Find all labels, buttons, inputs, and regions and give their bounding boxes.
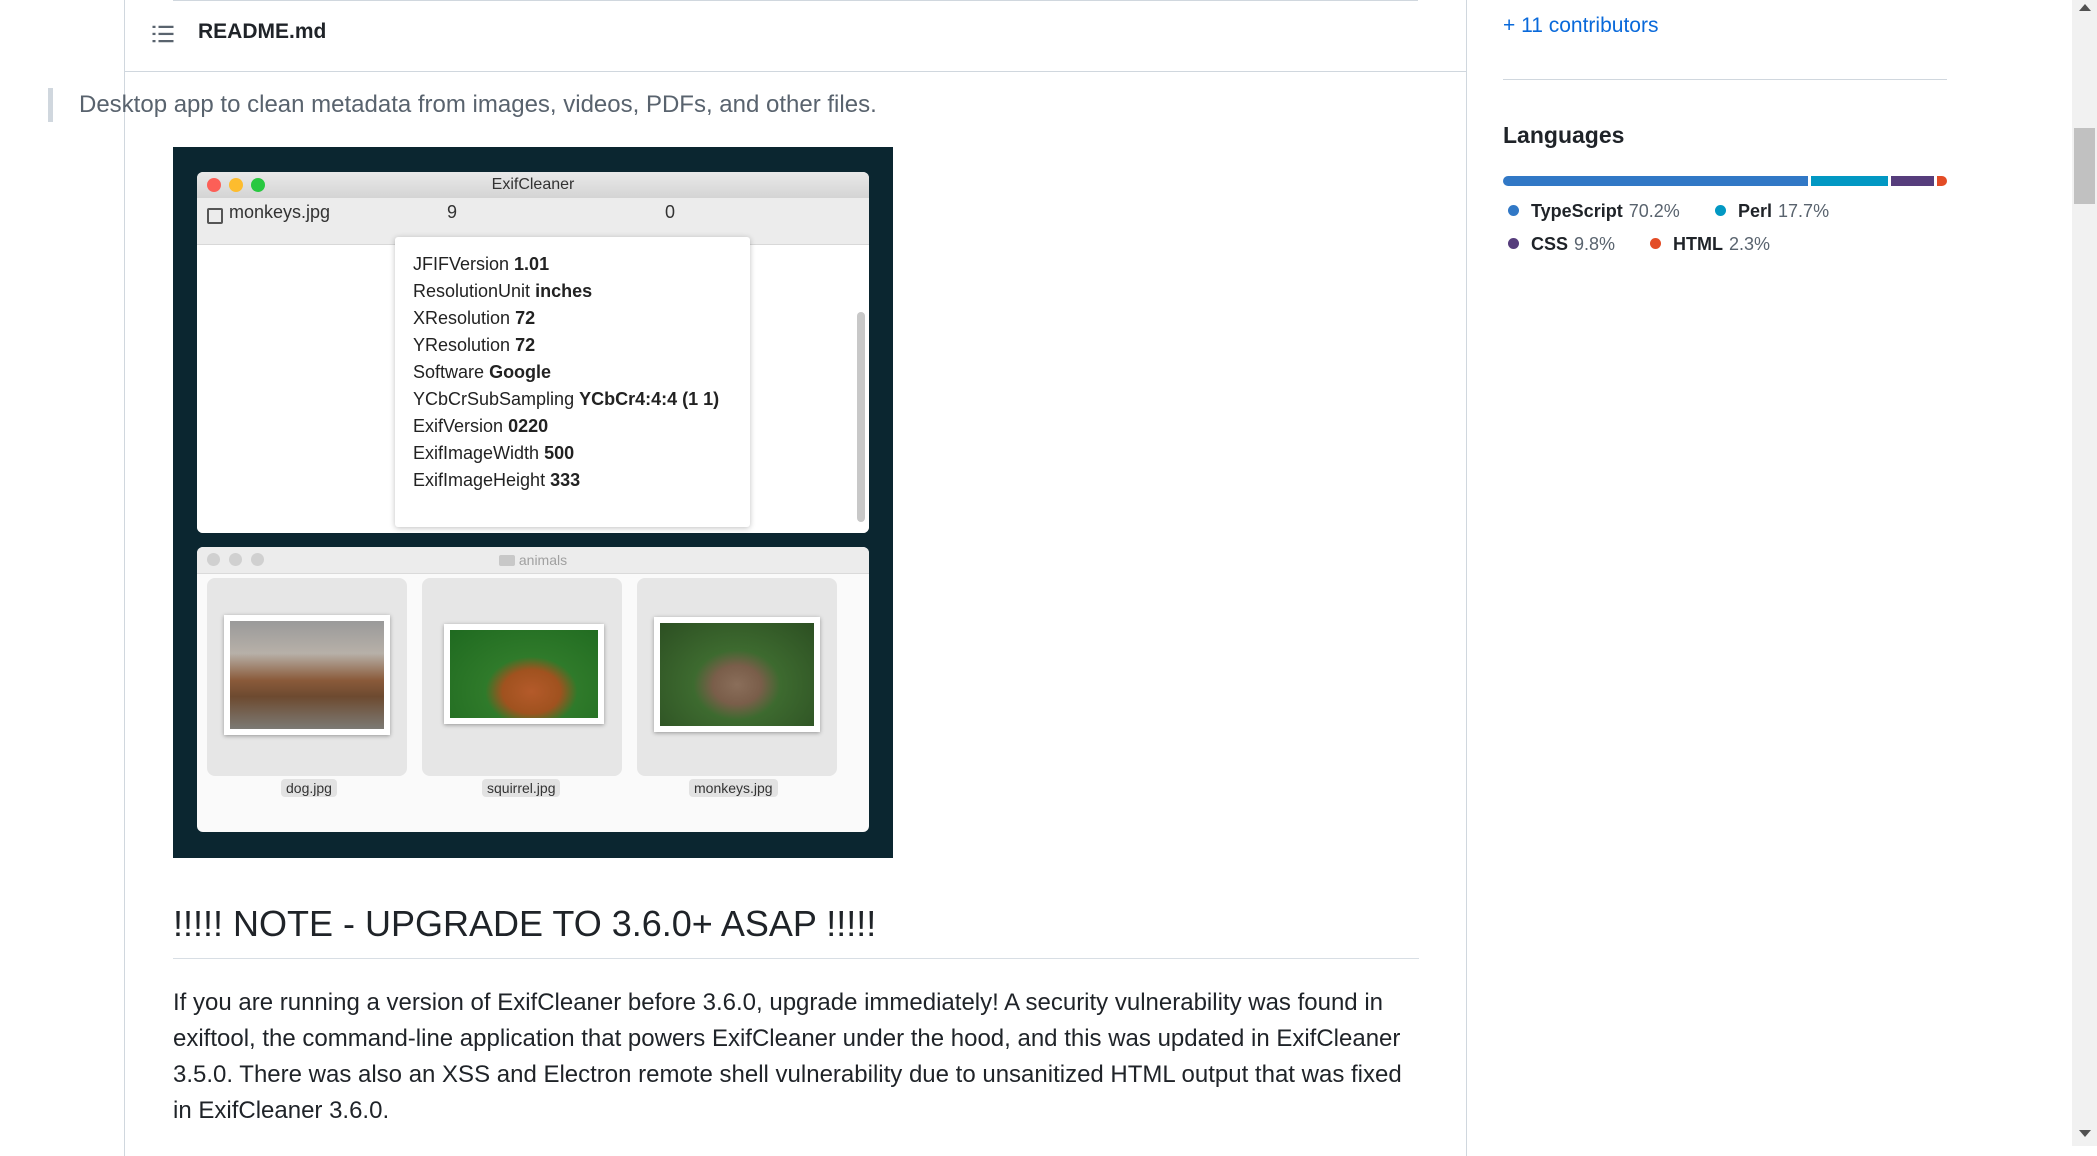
metadata-line: ExifVersion 0220 <box>413 416 549 436</box>
metadata-line: JFIFVersion 1.01 <box>413 254 550 274</box>
readme-blockquote: Desktop app to clean metadata from image… <box>48 88 877 122</box>
monkeys-photo <box>654 617 820 732</box>
finder-title: animals <box>197 552 869 568</box>
file-tile-monkeys <box>637 578 837 776</box>
dog-photo <box>224 615 390 735</box>
demo-screenshot: ExifCleaner monkeys.jpg 9 0 JFIFVersion … <box>173 147 893 858</box>
language-html[interactable]: HTML 2.3% <box>1650 234 1770 255</box>
scroll-up-arrow-icon[interactable] <box>2079 4 2091 11</box>
language-css[interactable]: CSS 9.8% <box>1508 234 1615 255</box>
language-bar-segment <box>1891 176 1934 186</box>
file-label: squirrel.jpg <box>482 779 561 797</box>
folder-icon <box>498 555 515 566</box>
finder-window: animals dog.jpg squirrel.jpg monkeys.jpg <box>197 547 869 832</box>
file-tile-squirrel <box>422 578 622 776</box>
language-color-dot <box>1508 238 1519 249</box>
metadata-count-after: 0 <box>665 202 676 222</box>
language-color-dot <box>1508 205 1519 216</box>
readme-header: README.md <box>125 0 1466 72</box>
image-file-icon <box>207 208 223 224</box>
language-perl[interactable]: Perl 17.7% <box>1715 201 1829 222</box>
file-tile-dog <box>207 578 407 776</box>
readme-filename[interactable]: README.md <box>198 20 326 44</box>
scroll-down-arrow-icon[interactable] <box>2079 1130 2091 1137</box>
heading-divider <box>173 958 1419 959</box>
language-typescript[interactable]: TypeScript 70.2% <box>1508 201 1680 222</box>
finder-titlebar: animals <box>197 547 869 574</box>
blockquote-text: Desktop app to clean metadata from image… <box>79 91 877 118</box>
metadata-popover: JFIFVersion 1.01 ResolutionUnit inches X… <box>395 237 750 527</box>
metadata-line: ExifImageHeight 333 <box>413 470 581 490</box>
note-paragraph: If you are running a version of ExifClea… <box>173 989 1402 1124</box>
language-color-dot <box>1715 205 1726 216</box>
scrollbar-thumb[interactable] <box>2074 128 2095 204</box>
contributors-link[interactable]: + 11 contributors <box>1503 14 1658 38</box>
divider <box>173 0 1418 1</box>
language-bar <box>1503 176 1947 186</box>
languages-heading: Languages <box>1503 122 1625 148</box>
window-scrollbar <box>857 312 865 522</box>
metadata-line: Software Google <box>413 362 552 382</box>
list-unordered-icon[interactable] <box>151 22 175 46</box>
window-titlebar: ExifCleaner <box>197 172 869 199</box>
language-bar-segment <box>1503 176 1809 186</box>
metadata-line: ResolutionUnit inches <box>413 281 593 301</box>
squirrel-photo <box>444 624 604 724</box>
sidebar-divider <box>1503 79 1947 80</box>
note-heading: !!!!! NOTE - UPGRADE TO 3.6.0+ ASAP !!!!… <box>173 903 877 944</box>
metadata-line: YResolution 72 <box>413 335 536 355</box>
language-bar-segment <box>1811 176 1889 186</box>
window-title: ExifCleaner <box>491 176 575 193</box>
exifcleaner-window: ExifCleaner monkeys.jpg 9 0 JFIFVersion … <box>197 172 869 533</box>
metadata-line: XResolution 72 <box>413 308 536 328</box>
file-name: monkeys.jpg <box>229 202 331 222</box>
metadata-count-before: 9 <box>447 202 458 222</box>
file-label: monkeys.jpg <box>689 779 778 797</box>
file-label: dog.jpg <box>281 779 337 797</box>
language-bar-segment <box>1937 176 1947 186</box>
metadata-line: ExifImageWidth 500 <box>413 443 575 463</box>
language-color-dot <box>1650 238 1661 249</box>
metadata-line: YCbCrSubSampling YCbCr4:4:4 (1 1) <box>413 389 720 409</box>
